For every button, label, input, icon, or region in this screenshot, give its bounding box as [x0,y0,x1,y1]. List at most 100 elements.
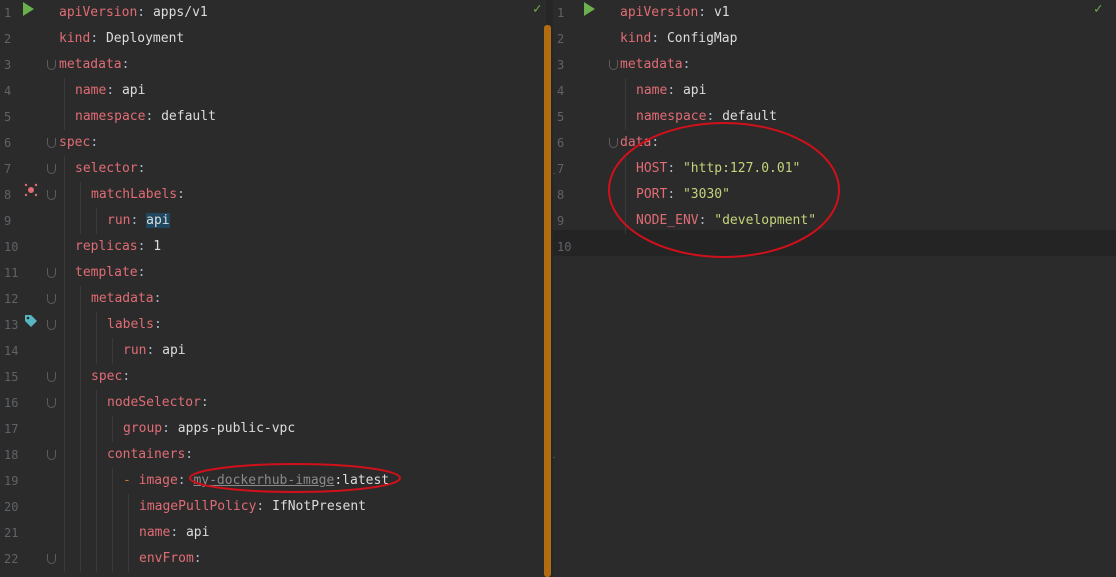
indent-guide [80,468,81,494]
indent-guide [112,338,113,364]
tag-icon[interactable] [24,314,38,328]
fold-marker[interactable] [47,164,56,174]
colon: : [651,135,660,150]
code-line[interactable]: 4 name: api [553,78,1116,104]
code-line[interactable]: 10 [553,234,1116,260]
line-number: 4 [4,84,12,98]
yaml-key: HOST [636,161,668,176]
fold-marker[interactable] [47,372,56,382]
debug-icon[interactable] [24,183,38,197]
image-name: my-dockerhub-image [193,473,335,488]
code-line[interactable]: 7 selector: [0,156,546,182]
fold-marker[interactable] [47,268,56,278]
run-icon[interactable] [584,2,595,16]
line-number: 5 [557,110,565,124]
indent-guide [80,494,81,520]
fold-marker[interactable] [47,60,56,70]
code-line[interactable]: 2 kind: Deployment [0,26,546,52]
code-line[interactable]: 4 name: api [0,78,546,104]
line-number: 1 [557,6,565,20]
indent-guide [80,546,81,572]
code-text: metadata: [91,286,161,312]
indent-guide [625,208,626,234]
indent-guide [80,390,81,416]
code-line[interactable]: 9 run: api [0,208,546,234]
fold-marker[interactable] [47,190,56,200]
colon: : [667,161,676,176]
code-text: NODE_ENV: "development" [636,208,816,234]
fold-marker[interactable] [609,138,618,148]
code-line[interactable]: 15 spec: [0,364,546,390]
indent-guide [112,494,113,520]
code-line[interactable]: 9 NODE_ENV: "development" [553,208,1116,234]
yaml-value: Deployment [105,31,185,46]
yaml-key: image [138,473,178,488]
left-editor-pane[interactable]: 1 apiVersion: apps/v1 2 kind: Deployment 3 me… [0,0,546,577]
yaml-key: containers [107,447,186,462]
code-line[interactable]: 12 metadata: [0,286,546,312]
code-text: namespace: default [636,104,777,130]
yaml-value: IfNotPresent [272,499,366,514]
left-scrollbar[interactable] [544,25,551,577]
code-line[interactable]: 10 replicas: 1 [0,234,546,260]
colon: : [667,187,676,202]
code-line[interactable]: 20 imagePullPolicy: IfNotPresent [0,494,546,520]
code-line[interactable]: 2 kind: ConfigMap [553,26,1116,52]
colon: : [256,499,265,514]
code-line[interactable]: 8 matchLabels: [0,182,546,208]
indent-guide [64,364,65,390]
code-line[interactable]: 6 spec: [0,130,546,156]
code-line[interactable]: 17 group: apps-public-vpc [0,416,546,442]
fold-marker[interactable] [47,398,56,408]
code-text: replicas: 1 [75,234,161,260]
code-line[interactable]: 7 HOST: "http:127.0.01" [553,156,1116,182]
indent-guide [128,494,129,520]
code-line[interactable]: 18 containers: [0,442,546,468]
code-line[interactable]: 5 namespace: default [553,104,1116,130]
line-number: 22 [4,552,19,566]
code-line[interactable]: 22 envFrom: [0,546,546,572]
fold-marker[interactable] [609,60,618,70]
code-line[interactable]: 19 - image: my-dockerhub-image:latest [0,468,546,494]
code-line[interactable]: 3 metadata: [0,52,546,78]
code-text: name: api [75,78,145,104]
code-text: name: api [139,520,209,546]
yaml-key: kind [59,31,91,46]
colon: : [153,291,162,306]
line-number: 20 [4,500,19,514]
fold-marker[interactable] [47,450,56,460]
yaml-key: namespace [75,109,146,124]
run-icon[interactable] [23,2,34,16]
code-text: run: api [107,208,170,234]
colon: : [122,369,131,384]
fold-marker[interactable] [47,294,56,304]
fold-marker[interactable] [47,554,56,564]
code-text: kind: Deployment [59,26,184,52]
code-line[interactable]: 21 name: api [0,520,546,546]
colon: : [170,525,179,540]
code-line[interactable]: 11 template: [0,260,546,286]
code-line[interactable]: 16 nodeSelector: [0,390,546,416]
right-editor-pane[interactable]: 1 apiVersion: v1 2 kind: ConfigMap 3 metadata… [553,0,1116,577]
code-line[interactable]: 6 data: [553,130,1116,156]
fold-marker[interactable] [47,138,56,148]
code-line[interactable]: 1 apiVersion: apps/v1 [0,0,546,26]
indent-guide [96,338,97,364]
indent-guide [112,416,113,442]
yaml-value: "3030" [682,187,730,202]
code-text: namespace: default [75,104,216,130]
code-line[interactable]: 13 labels: [0,312,546,338]
yaml-value: v1 [713,5,730,20]
indent-guide [625,156,626,182]
code-line[interactable]: 5 namespace: default [0,104,546,130]
line-number: 10 [4,240,19,254]
code-line[interactable]: 8 PORT: "3030" [553,182,1116,208]
line-number: 3 [4,58,12,72]
indent-guide [96,494,97,520]
line-number: 15 [4,370,19,384]
fold-marker[interactable] [47,320,56,330]
code-line[interactable]: 14 run: api [0,338,546,364]
yaml-key: apiVersion [620,5,699,20]
code-line[interactable]: 1 apiVersion: v1 [553,0,1116,26]
code-line[interactable]: 3 metadata: [553,52,1116,78]
